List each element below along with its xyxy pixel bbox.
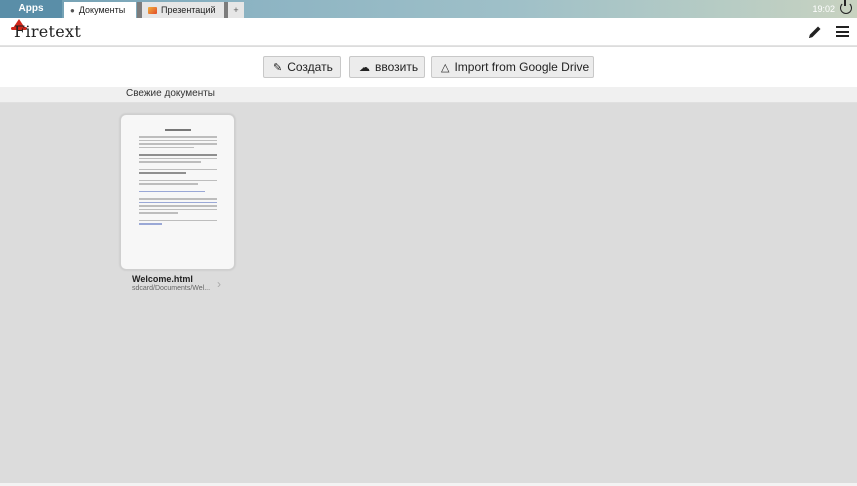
import-google-drive-label: Import from Google Drive — [454, 60, 590, 74]
pencil-icon[interactable] — [807, 24, 823, 40]
apps-button[interactable]: Apps — [0, 0, 62, 18]
document-thumbnail — [139, 129, 217, 227]
import-button[interactable]: ☁ ввозить — [349, 56, 425, 78]
google-drive-icon: △ — [441, 62, 450, 74]
create-button-label: Создать — [287, 60, 333, 74]
menu-icon[interactable] — [836, 26, 849, 37]
create-button[interactable]: ✎ Создать — [263, 56, 341, 78]
recent-documents-header: Свежие документы — [0, 87, 857, 103]
new-tab-button[interactable]: + — [228, 2, 244, 18]
import-button-label: ввозить — [375, 60, 419, 74]
import-google-drive-button[interactable]: △ Import from Google Drive — [431, 56, 594, 78]
clock: 19:02 — [812, 4, 835, 14]
system-tab-bar: Apps ● Документы Презентаций + 19:02 — [0, 0, 857, 18]
tab-documents[interactable]: ● Документы — [64, 2, 136, 18]
slides-icon — [148, 7, 157, 15]
chevron-right-icon[interactable]: › — [217, 277, 221, 291]
app-logo: Firetext — [14, 22, 82, 41]
document-name[interactable]: Welcome.html — [132, 274, 193, 284]
document-path: sdcard/Documents/Wel... — [132, 285, 211, 292]
pencil-icon: ✎ — [273, 62, 283, 74]
power-icon[interactable] — [840, 0, 852, 14]
app-header: Firetext — [0, 18, 857, 46]
tab-documents-label: Документы — [78, 5, 126, 15]
cloud-upload-icon: ☁ — [359, 62, 370, 74]
flame-icon: ● — [70, 6, 75, 15]
tab-presentations-label: Презентаций — [161, 5, 216, 15]
action-bar: ✎ Создать ☁ ввозить △ Import from Google Dr… — [0, 47, 857, 87]
recent-documents-title: Свежие документы — [126, 88, 215, 99]
tab-presentations[interactable]: Презентаций — [142, 2, 224, 18]
document-card[interactable] — [120, 114, 235, 270]
